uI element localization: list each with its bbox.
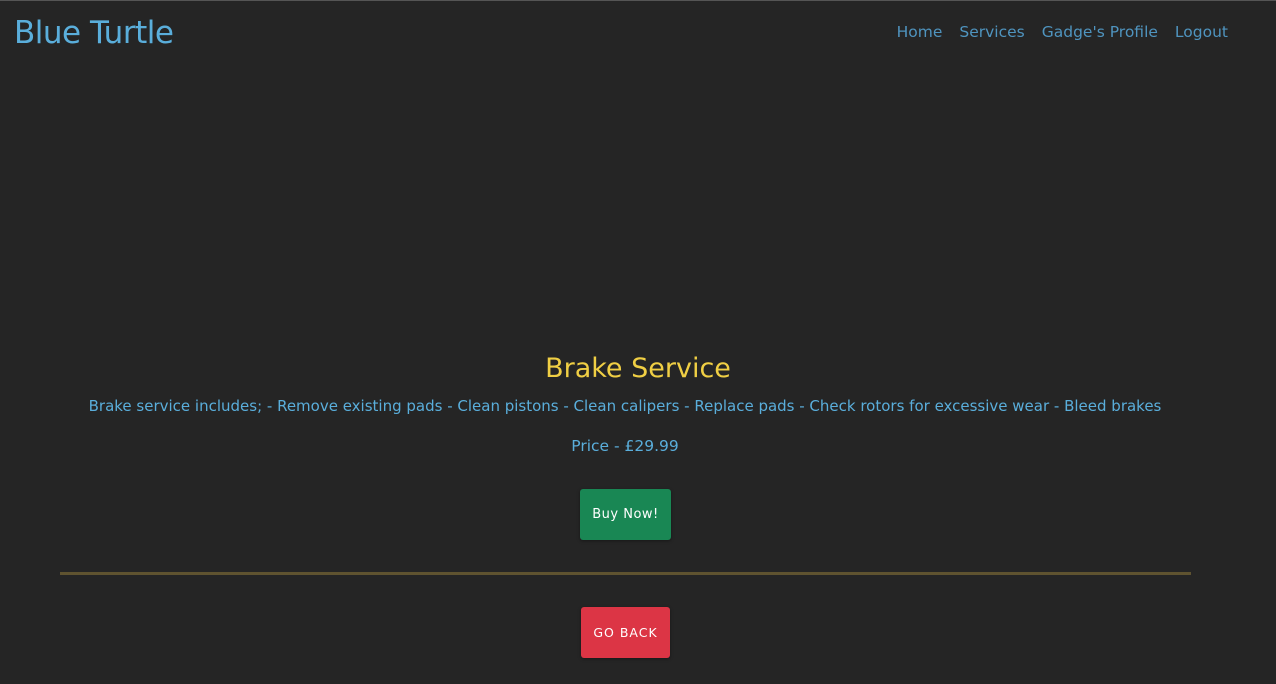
main-nav: Home Services Gadge's Profile Logout <box>897 21 1228 43</box>
service-price: Price - £29.99 <box>571 437 679 455</box>
nav-home-link[interactable]: Home <box>897 21 943 43</box>
buy-now-button[interactable]: Buy Now! <box>580 489 671 540</box>
service-title: Brake Service <box>545 353 731 384</box>
section-divider <box>60 572 1191 575</box>
nav-logout-link[interactable]: Logout <box>1175 21 1228 43</box>
go-back-button[interactable]: GO BACK <box>581 607 670 658</box>
brand-logo[interactable]: Blue Turtle <box>14 14 174 52</box>
nav-profile-link[interactable]: Gadge's Profile <box>1042 21 1158 43</box>
nav-services-link[interactable]: Services <box>959 21 1024 43</box>
service-description: Brake service includes; - Remove existin… <box>88 397 1162 415</box>
